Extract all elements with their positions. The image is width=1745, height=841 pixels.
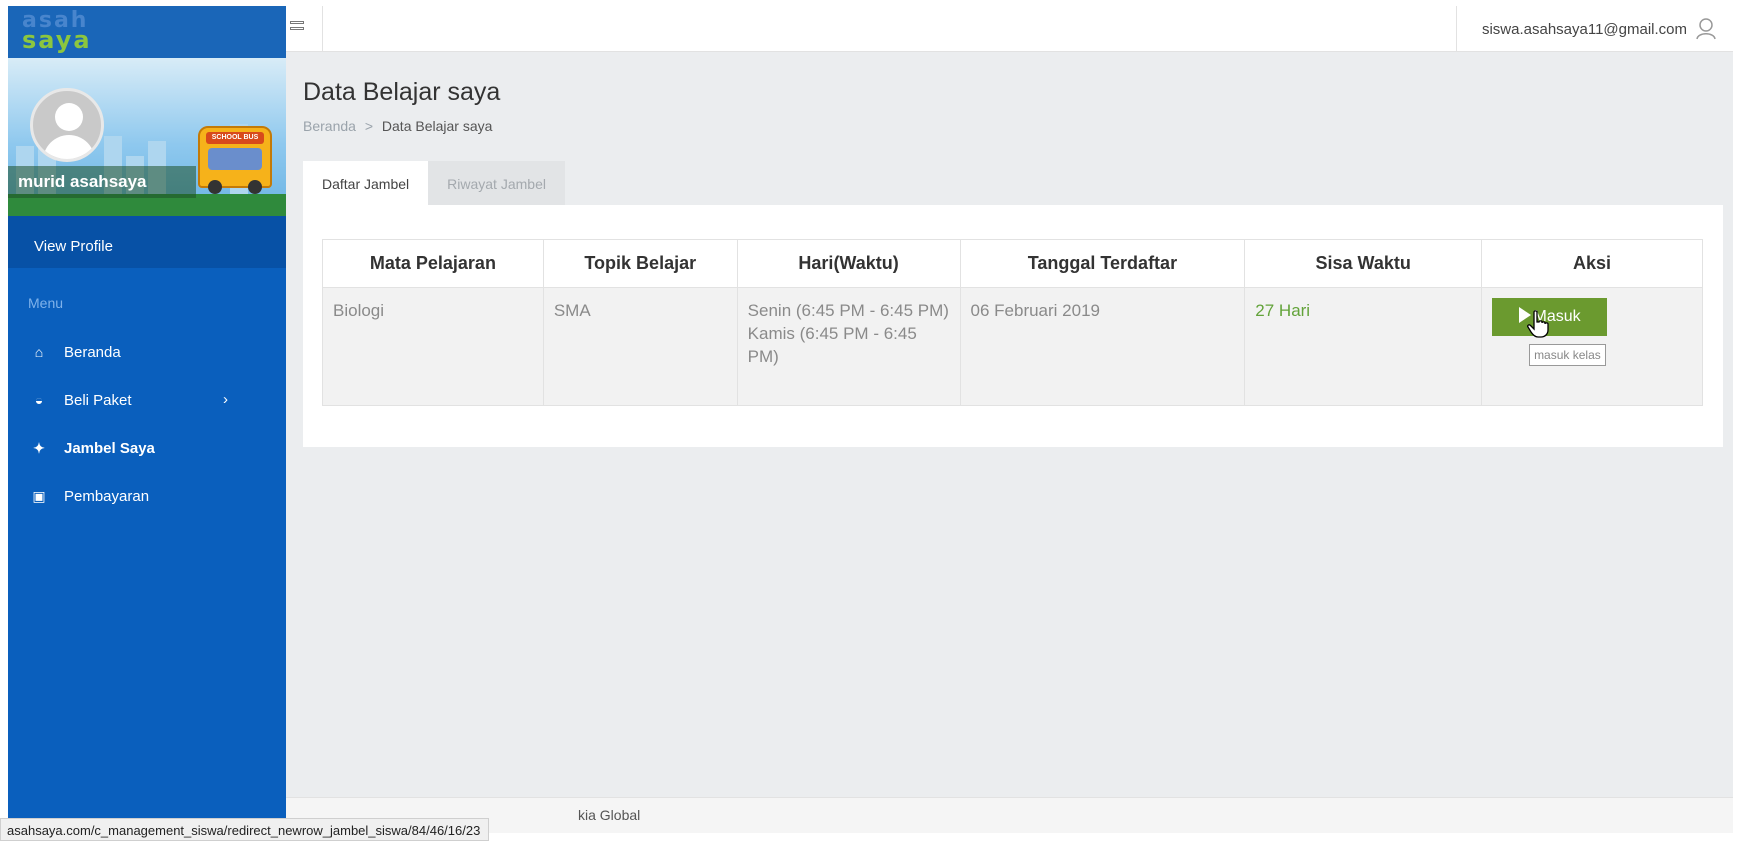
cell-sisa-waktu: 27 Hari bbox=[1244, 287, 1483, 406]
user-icon[interactable] bbox=[1695, 17, 1719, 41]
column-header: Aksi bbox=[1481, 239, 1703, 288]
sidebar-item-beranda[interactable]: ⌂ Beranda bbox=[8, 330, 286, 378]
bus-wheel bbox=[208, 180, 222, 194]
header-divider bbox=[1456, 6, 1457, 51]
column-header: Sisa Waktu bbox=[1244, 239, 1483, 288]
status-bar-url: asahsaya.com/c_management_siswa/redirect… bbox=[0, 818, 490, 841]
menu-title: Menu bbox=[28, 295, 64, 311]
cell-hari-waktu: Senin (6:45 PM - 6:45 PM) Kamis (6:45 PM… bbox=[736, 287, 961, 406]
bus-window bbox=[208, 148, 262, 170]
sidebar-item-beli-paket[interactable]: ◒ Beli Paket › bbox=[8, 378, 286, 426]
cell-topik-belajar: SMA bbox=[542, 287, 738, 406]
sidebar-item-label: Jambel Saya bbox=[64, 440, 155, 457]
sidebar-item-jambel-saya[interactable]: ✦ Jambel Saya bbox=[8, 426, 286, 474]
column-header: Hari(Waktu) bbox=[736, 239, 961, 288]
tab-panel: Mata Pelajaran Topik Belajar Hari(Waktu)… bbox=[303, 205, 1723, 447]
schedule-entry: Kamis (6:45 PM - 6:45 PM) bbox=[747, 323, 917, 366]
logo-top: asah bbox=[22, 8, 89, 33]
masuk-tooltip: masuk kelas bbox=[1529, 344, 1606, 367]
sidebar: asah saya SCHOOL BUS murid asahsaya View… bbox=[8, 6, 286, 834]
cell-tanggal-terdaftar: 06 Februari 2019 bbox=[959, 287, 1246, 406]
cell-aksi: Masuk masuk kelas bbox=[1481, 287, 1703, 406]
breadcrumb-current: Data Belajar saya bbox=[381, 118, 493, 134]
column-header: Tanggal Terdaftar bbox=[959, 239, 1246, 288]
view-profile-link[interactable]: View Profile bbox=[8, 216, 286, 268]
tab-bar: Daftar Jambel Riwayat Jambel bbox=[303, 161, 565, 207]
bus-sign: SCHOOL BUS bbox=[206, 132, 264, 144]
avatar-head bbox=[55, 103, 83, 131]
header-divider bbox=[322, 6, 323, 51]
school-bus-illustration: SCHOOL BUS bbox=[198, 126, 272, 194]
home-icon: ⌂ bbox=[34, 344, 44, 360]
sidebar-item-label: Beli Paket bbox=[64, 392, 132, 409]
users-icon: ✦ bbox=[33, 440, 45, 456]
table-row: Biologi SMA Senin (6:45 PM - 6:45 PM) Ka… bbox=[322, 287, 1703, 406]
logo[interactable]: asah saya bbox=[8, 6, 286, 58]
breadcrumb-home[interactable]: Beranda bbox=[303, 118, 356, 134]
tab-riwayat-jambel[interactable]: Riwayat Jambel bbox=[428, 161, 565, 207]
profile-name: murid asahsaya bbox=[8, 166, 196, 198]
profile-banner: SCHOOL BUS murid asahsaya bbox=[8, 58, 286, 216]
bus-wheel bbox=[248, 180, 262, 194]
schedule-entry: Senin (6:45 PM - 6:45 PM) bbox=[747, 301, 949, 320]
hamburger-icon[interactable] bbox=[290, 21, 304, 37]
avatar[interactable] bbox=[30, 88, 104, 162]
paket-icon: ◒ bbox=[34, 392, 44, 408]
main-content: Data Belajar saya Beranda > Data Belajar… bbox=[286, 52, 1733, 820]
avatar-body bbox=[43, 135, 95, 159]
masuk-button[interactable]: Masuk bbox=[1492, 298, 1608, 336]
column-header: Mata Pelajaran bbox=[322, 239, 544, 288]
sidebar-item-pembayaran[interactable]: ▣ Pembayaran bbox=[8, 474, 286, 522]
user-email[interactable]: siswa.asahsaya11@gmail.com bbox=[1482, 21, 1687, 38]
cell-mata-pelajaran: Biologi bbox=[322, 287, 544, 406]
jambel-table: Mata Pelajaran Topik Belajar Hari(Waktu)… bbox=[322, 239, 1703, 406]
hand-cursor-icon bbox=[1527, 310, 1549, 338]
chevron-right-icon: › bbox=[223, 391, 228, 408]
sidebar-item-label: Pembayaran bbox=[64, 488, 150, 505]
sidebar-item-label: Beranda bbox=[64, 344, 121, 361]
breadcrumb-separator: > bbox=[364, 118, 374, 134]
tab-daftar-jambel[interactable]: Daftar Jambel bbox=[303, 161, 429, 207]
page-title: Data Belajar saya bbox=[303, 78, 501, 106]
column-header: Topik Belajar bbox=[542, 239, 738, 288]
footer: kia Global bbox=[286, 797, 1733, 833]
table-header-row: Mata Pelajaran Topik Belajar Hari(Waktu)… bbox=[322, 239, 1703, 288]
breadcrumb: Beranda > Data Belajar saya bbox=[303, 118, 492, 134]
window-edge bbox=[1733, 0, 1745, 841]
top-header: siswa.asahsaya11@gmail.com bbox=[286, 6, 1733, 52]
money-icon: ▣ bbox=[32, 488, 46, 504]
footer-text: kia Global bbox=[578, 807, 641, 823]
